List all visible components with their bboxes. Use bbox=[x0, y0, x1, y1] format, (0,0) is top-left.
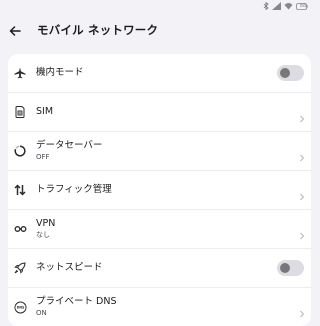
data-saver-label: データセーバー bbox=[36, 140, 103, 151]
bluetooth-icon bbox=[263, 2, 269, 10]
chevron-right-icon bbox=[299, 303, 305, 318]
vpn-row[interactable]: VPN なし bbox=[8, 210, 311, 249]
sim-text: SIM bbox=[36, 106, 311, 118]
chevron-right-icon bbox=[299, 225, 305, 240]
rocket-icon bbox=[13, 261, 27, 275]
vpn-key-icon bbox=[13, 222, 27, 236]
chevron-right-icon bbox=[299, 147, 305, 162]
data-saver-text: データセーバー OFF bbox=[36, 140, 311, 162]
net-speed-label: ネットスピード bbox=[36, 262, 103, 273]
data-saver-row[interactable]: データセーバー OFF bbox=[8, 132, 311, 171]
wifi-icon bbox=[284, 2, 293, 10]
battery-level: 88 bbox=[299, 3, 307, 9]
airplane-mode-label: 機内モード bbox=[36, 67, 84, 78]
airplane-mode-text: 機内モード bbox=[36, 67, 311, 79]
sim-card-icon bbox=[13, 105, 27, 119]
status-bar: 88 bbox=[0, 0, 320, 14]
net-speed-toggle[interactable] bbox=[277, 260, 304, 276]
private-dns-status: ON bbox=[36, 309, 47, 317]
private-dns-label: プライベート DNS bbox=[36, 296, 117, 307]
traffic-management-label: トラフィック管理 bbox=[36, 184, 112, 195]
vpn-text: VPN なし bbox=[36, 218, 311, 240]
traffic-management-row[interactable]: トラフィック管理 bbox=[8, 171, 311, 210]
traffic-management-text: トラフィック管理 bbox=[36, 184, 311, 196]
sim-label: SIM bbox=[36, 106, 54, 117]
settings-list: 機内モード SIM データセーバー OFF トラフィック管理 VPN なし ネッ… bbox=[8, 54, 311, 326]
airplane-icon bbox=[13, 66, 27, 80]
chevron-right-icon bbox=[299, 186, 305, 201]
back-button[interactable] bbox=[7, 22, 23, 38]
page-title: モバイル ネットワーク bbox=[37, 23, 159, 37]
vpn-label: VPN bbox=[36, 218, 56, 229]
net-speed-text: ネットスピード bbox=[36, 262, 311, 274]
header: モバイル ネットワーク bbox=[0, 14, 320, 46]
net-speed-row[interactable]: ネットスピード bbox=[8, 249, 311, 288]
signal-icon bbox=[272, 2, 281, 10]
svg-text:DNS: DNS bbox=[16, 305, 24, 309]
toggle-knob bbox=[280, 263, 290, 273]
dns-globe-icon: DNS bbox=[13, 300, 27, 314]
chevron-right-icon bbox=[299, 108, 305, 123]
airplane-mode-row[interactable]: 機内モード bbox=[8, 54, 311, 93]
arrow-back-icon bbox=[9, 21, 21, 40]
data-saver-icon bbox=[13, 144, 27, 158]
toggle-knob bbox=[280, 68, 290, 78]
sim-row[interactable]: SIM bbox=[8, 93, 311, 132]
data-saver-status: OFF bbox=[36, 153, 50, 161]
vpn-status: なし bbox=[36, 231, 50, 239]
traffic-arrows-icon bbox=[13, 183, 27, 197]
private-dns-row[interactable]: DNS プライベート DNS ON bbox=[8, 288, 311, 326]
private-dns-text: プライベート DNS ON bbox=[36, 296, 311, 318]
airplane-mode-toggle[interactable] bbox=[277, 65, 304, 81]
status-icons: 88 bbox=[263, 2, 308, 10]
